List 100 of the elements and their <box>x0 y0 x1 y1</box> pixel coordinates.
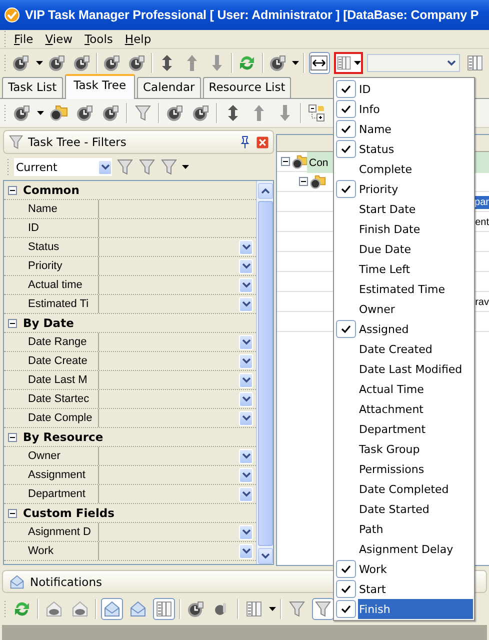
scrollbar-thumb[interactable] <box>258 200 272 546</box>
edit-task-icon <box>76 104 94 122</box>
caret-icon <box>269 607 276 611</box>
menu-item[interactable]: Path <box>358 519 473 539</box>
details-button[interactable] <box>153 598 175 620</box>
filter-label: Date Startec <box>4 390 99 408</box>
new-task-icon <box>12 54 30 72</box>
scroll-down-button[interactable] <box>258 548 272 564</box>
chevron-down-icon <box>242 244 250 250</box>
menu-item[interactable]: View <box>40 31 78 47</box>
menu-item[interactable]: Date Created <box>358 339 473 359</box>
menu-item[interactable]: Task Group <box>358 439 473 459</box>
collapse-icon <box>281 157 290 166</box>
dropdown-button[interactable] <box>239 486 253 502</box>
columns-icon <box>336 55 352 71</box>
app-logo-icon <box>4 7 20 23</box>
dropdown-button[interactable] <box>239 410 253 426</box>
menu-item[interactable]: File <box>9 31 38 47</box>
dropdown-button[interactable] <box>239 544 253 558</box>
menu-item[interactable]: Date Completed <box>358 479 473 499</box>
menu-item[interactable]: ID <box>358 79 473 99</box>
dropdown-button[interactable] <box>239 334 253 350</box>
menu-item[interactable]: Help <box>120 31 156 47</box>
clear-filter-icon <box>288 600 306 618</box>
mark-read-icon <box>45 600 63 618</box>
menu-item[interactable]: Finish Date <box>358 219 473 239</box>
menu-checkbox[interactable] <box>336 100 356 118</box>
dropdown-button[interactable] <box>239 448 253 464</box>
filter-label: Owner <box>4 447 99 465</box>
show-unread-button[interactable] <box>101 598 123 620</box>
menu-item[interactable]: Due Date <box>358 239 473 259</box>
menu-checkbox[interactable] <box>336 600 356 618</box>
menu-checkbox[interactable] <box>336 580 356 598</box>
menu-item[interactable]: Assigned <box>358 319 473 339</box>
dropdown-button[interactable] <box>239 258 253 274</box>
menu-item[interactable]: Start <box>358 579 473 599</box>
chevron-down-icon <box>242 472 250 478</box>
menu-item[interactable]: Priority <box>358 179 473 199</box>
menu-item[interactable]: Estimated Time <box>358 279 473 299</box>
filter-icon <box>134 104 152 122</box>
check-icon <box>341 104 351 114</box>
menu-checkbox[interactable] <box>336 120 356 138</box>
clear-filter-button[interactable] <box>160 158 178 176</box>
tab[interactable]: Task List <box>2 77 63 98</box>
tab[interactable]: Calendar <box>137 77 201 98</box>
menu-checkbox[interactable] <box>336 140 356 158</box>
filter-label: Work <box>4 542 99 560</box>
menu-item[interactable]: Time Left <box>358 259 473 279</box>
view-icon <box>268 54 287 72</box>
collapse-icon <box>308 104 326 122</box>
menu-item[interactable]: Work <box>358 559 473 579</box>
menu-item[interactable]: Actual Time <box>358 379 473 399</box>
filter-label: ID <box>4 219 99 237</box>
dropdown-button[interactable] <box>239 296 253 312</box>
section-header: Custom Fields <box>23 506 114 520</box>
dropdown-button[interactable] <box>239 524 253 540</box>
dropdown-button[interactable] <box>239 468 253 482</box>
clear-filter-icon <box>160 158 178 176</box>
menu-checkbox[interactable] <box>336 560 356 578</box>
filter-label: Date Range <box>4 333 99 351</box>
filter-label: Priority <box>4 257 99 275</box>
column-chooser-button[interactable] <box>334 52 363 74</box>
scroll-up-button[interactable] <box>258 183 272 199</box>
menu-checkbox[interactable] <box>336 180 356 198</box>
fit-width-button[interactable] <box>309 52 330 74</box>
menu-item[interactable]: Start Date <box>358 199 473 219</box>
menu-checkbox[interactable] <box>336 80 356 98</box>
priority-down-icon <box>166 104 184 122</box>
window-title: VIP Task Manager Professional [ User: Administrator ] [DataBase: Company P <box>25 8 479 22</box>
chevron-up-icon <box>260 188 270 194</box>
menu-item[interactable]: Finish <box>358 599 473 619</box>
menu-item[interactable]: Department <box>358 419 473 439</box>
menu-checkbox[interactable] <box>336 320 356 338</box>
tab[interactable]: Resource List <box>202 77 292 98</box>
menu-item[interactable]: Info <box>358 99 473 119</box>
preset-select[interactable]: Current <box>14 158 112 176</box>
menu-item[interactable]: Attachment <box>358 399 473 419</box>
apply-filter-button[interactable] <box>116 158 134 176</box>
menu-item[interactable]: Date Started <box>358 499 473 519</box>
tab[interactable]: Task Tree <box>64 74 136 99</box>
dropdown-button[interactable] <box>239 240 253 254</box>
filter-label: Date Create <box>4 352 99 370</box>
filter-label: Status <box>4 238 99 256</box>
menu-item[interactable]: Date Last Modified <box>358 359 473 379</box>
grip-icon <box>4 30 7 48</box>
dropdown-button[interactable] <box>239 392 253 406</box>
dropdown-button[interactable] <box>239 278 253 292</box>
filter-icon <box>314 600 332 618</box>
section-header: Common <box>23 183 80 197</box>
menu-item[interactable]: Name <box>358 119 473 139</box>
dropdown-button[interactable] <box>239 354 253 368</box>
grip-icon <box>4 600 7 618</box>
menu-item[interactable]: Asignment Delay <box>358 539 473 559</box>
menu-item[interactable]: Tools <box>80 31 118 47</box>
menu-item[interactable]: Permissions <box>358 459 473 479</box>
menu-item[interactable]: Owner <box>358 299 473 319</box>
save-filter-button[interactable] <box>138 158 156 176</box>
check-icon <box>341 564 351 574</box>
dropdown-button[interactable] <box>239 372 253 388</box>
check-icon <box>341 604 351 614</box>
